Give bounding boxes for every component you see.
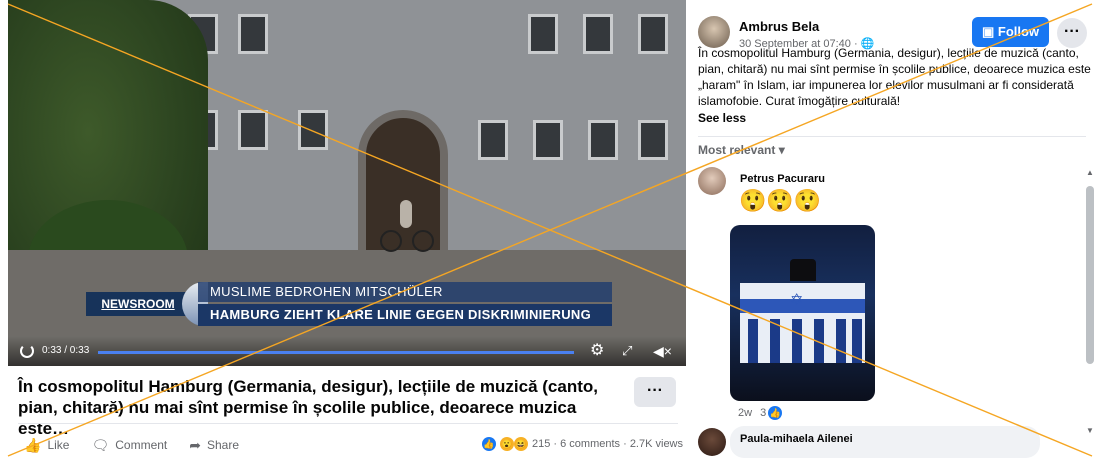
- commenter-name[interactable]: Paula-mihaela Ailenei: [740, 433, 853, 445]
- follow-icon: ▣: [981, 24, 995, 39]
- stats-text: 215 · 6 comments · 2.7K views: [532, 438, 684, 450]
- share-arrow-icon: ➦: [189, 436, 201, 453]
- commenter-name[interactable]: Petrus Pacuraru: [740, 173, 825, 185]
- like-reaction-icon: 👍: [768, 406, 783, 420]
- like-reaction-icon: 👍: [482, 437, 496, 451]
- commenter-avatar[interactable]: [698, 167, 726, 195]
- post-stats[interactable]: 👍 😮 😆 215 · 6 comments · 2.7K views: [482, 437, 683, 451]
- comment-button[interactable]: 🗨 Comment: [91, 436, 167, 454]
- caption-more-button[interactable]: ···: [634, 377, 676, 407]
- comment-sort-dropdown[interactable]: Most relevant ▾: [698, 143, 785, 157]
- comment-emojis: 😲😲😲: [739, 188, 822, 213]
- share-button[interactable]: ➦ Share: [189, 436, 239, 454]
- comment-age[interactable]: 2w: [738, 407, 752, 419]
- comment-bubble-icon: 🗨: [91, 436, 110, 453]
- commenter-avatar[interactable]: [698, 428, 726, 456]
- lower-third-headline: MUSLIME BEDROHEN MITSCHÜLER: [198, 282, 612, 302]
- video-progress-fill: [98, 351, 574, 354]
- divider: [698, 136, 1086, 137]
- like-button[interactable]: 👍 Like: [24, 436, 69, 454]
- share-label: Share: [206, 438, 240, 452]
- wow-reaction-icon: 😮: [500, 437, 514, 451]
- author-name[interactable]: Ambrus Bela: [739, 19, 819, 34]
- fullscreen-icon[interactable]: ⤢: [622, 342, 632, 360]
- comment-image-brandenburg-gate[interactable]: ✡: [730, 225, 875, 401]
- post-options-button[interactable]: ···: [1057, 18, 1087, 48]
- video-controls: 0:33 / 0:33 ⚙ ⤢ ◀×: [8, 336, 686, 366]
- newsroom-brand: NEWSROOM: [86, 292, 190, 316]
- divider: [18, 423, 678, 424]
- news-lower-third: NEWSROOM MUSLIME BEDROHEN MITSCHÜLER HAM…: [86, 282, 614, 328]
- volume-muted-icon[interactable]: ◀×: [653, 342, 672, 360]
- post-caption: În cosmopolitul Hamburg (Germania, desig…: [18, 377, 598, 438]
- comment-reaction-number: 3: [760, 407, 767, 419]
- scroll-down-arrow-icon[interactable]: ▼: [1086, 426, 1094, 435]
- follow-label: Follow: [997, 24, 1040, 39]
- see-less-link[interactable]: See less: [698, 111, 746, 125]
- post-actions: 👍 Like 🗨 Comment ➦ Share: [24, 436, 239, 454]
- thumbs-up-icon: 👍: [24, 436, 42, 453]
- lower-third-subheadline: HAMBURG ZIEHT KLARE LINIE GEGEN DISKRIMI…: [198, 304, 612, 326]
- post-side-panel: Ambrus Bela 30 September at 07:40 · 🌐 ▣ …: [692, 0, 1100, 458]
- scrollbar-thumb[interactable]: [1086, 186, 1094, 364]
- comment-reaction-count[interactable]: 3 👍: [760, 406, 783, 420]
- haha-reaction-icon: 😆: [514, 437, 528, 451]
- replay-icon[interactable]: [20, 344, 34, 358]
- chevron-down-icon: ▾: [778, 143, 785, 157]
- video-player[interactable]: NEWSROOM MUSLIME BEDROHEN MITSCHÜLER HAM…: [8, 0, 686, 366]
- star-of-david-icon: ✡: [790, 292, 804, 309]
- video-time: 0:33 / 0:33: [42, 345, 90, 356]
- settings-gear-icon[interactable]: ⚙: [590, 342, 604, 360]
- post-text: În cosmopolitul Hamburg (Germania, desig…: [698, 46, 1091, 108]
- follow-button[interactable]: ▣ Follow: [972, 17, 1049, 47]
- scroll-up-arrow-icon[interactable]: ▲: [1086, 168, 1094, 177]
- comment-label: Comment: [115, 438, 168, 452]
- video-progress-bar[interactable]: [98, 351, 574, 354]
- like-label: Like: [47, 438, 70, 452]
- comment-meta: 2w 3 👍: [738, 406, 783, 420]
- comment-sort-label: Most relevant: [698, 143, 776, 157]
- author-avatar[interactable]: [698, 16, 730, 48]
